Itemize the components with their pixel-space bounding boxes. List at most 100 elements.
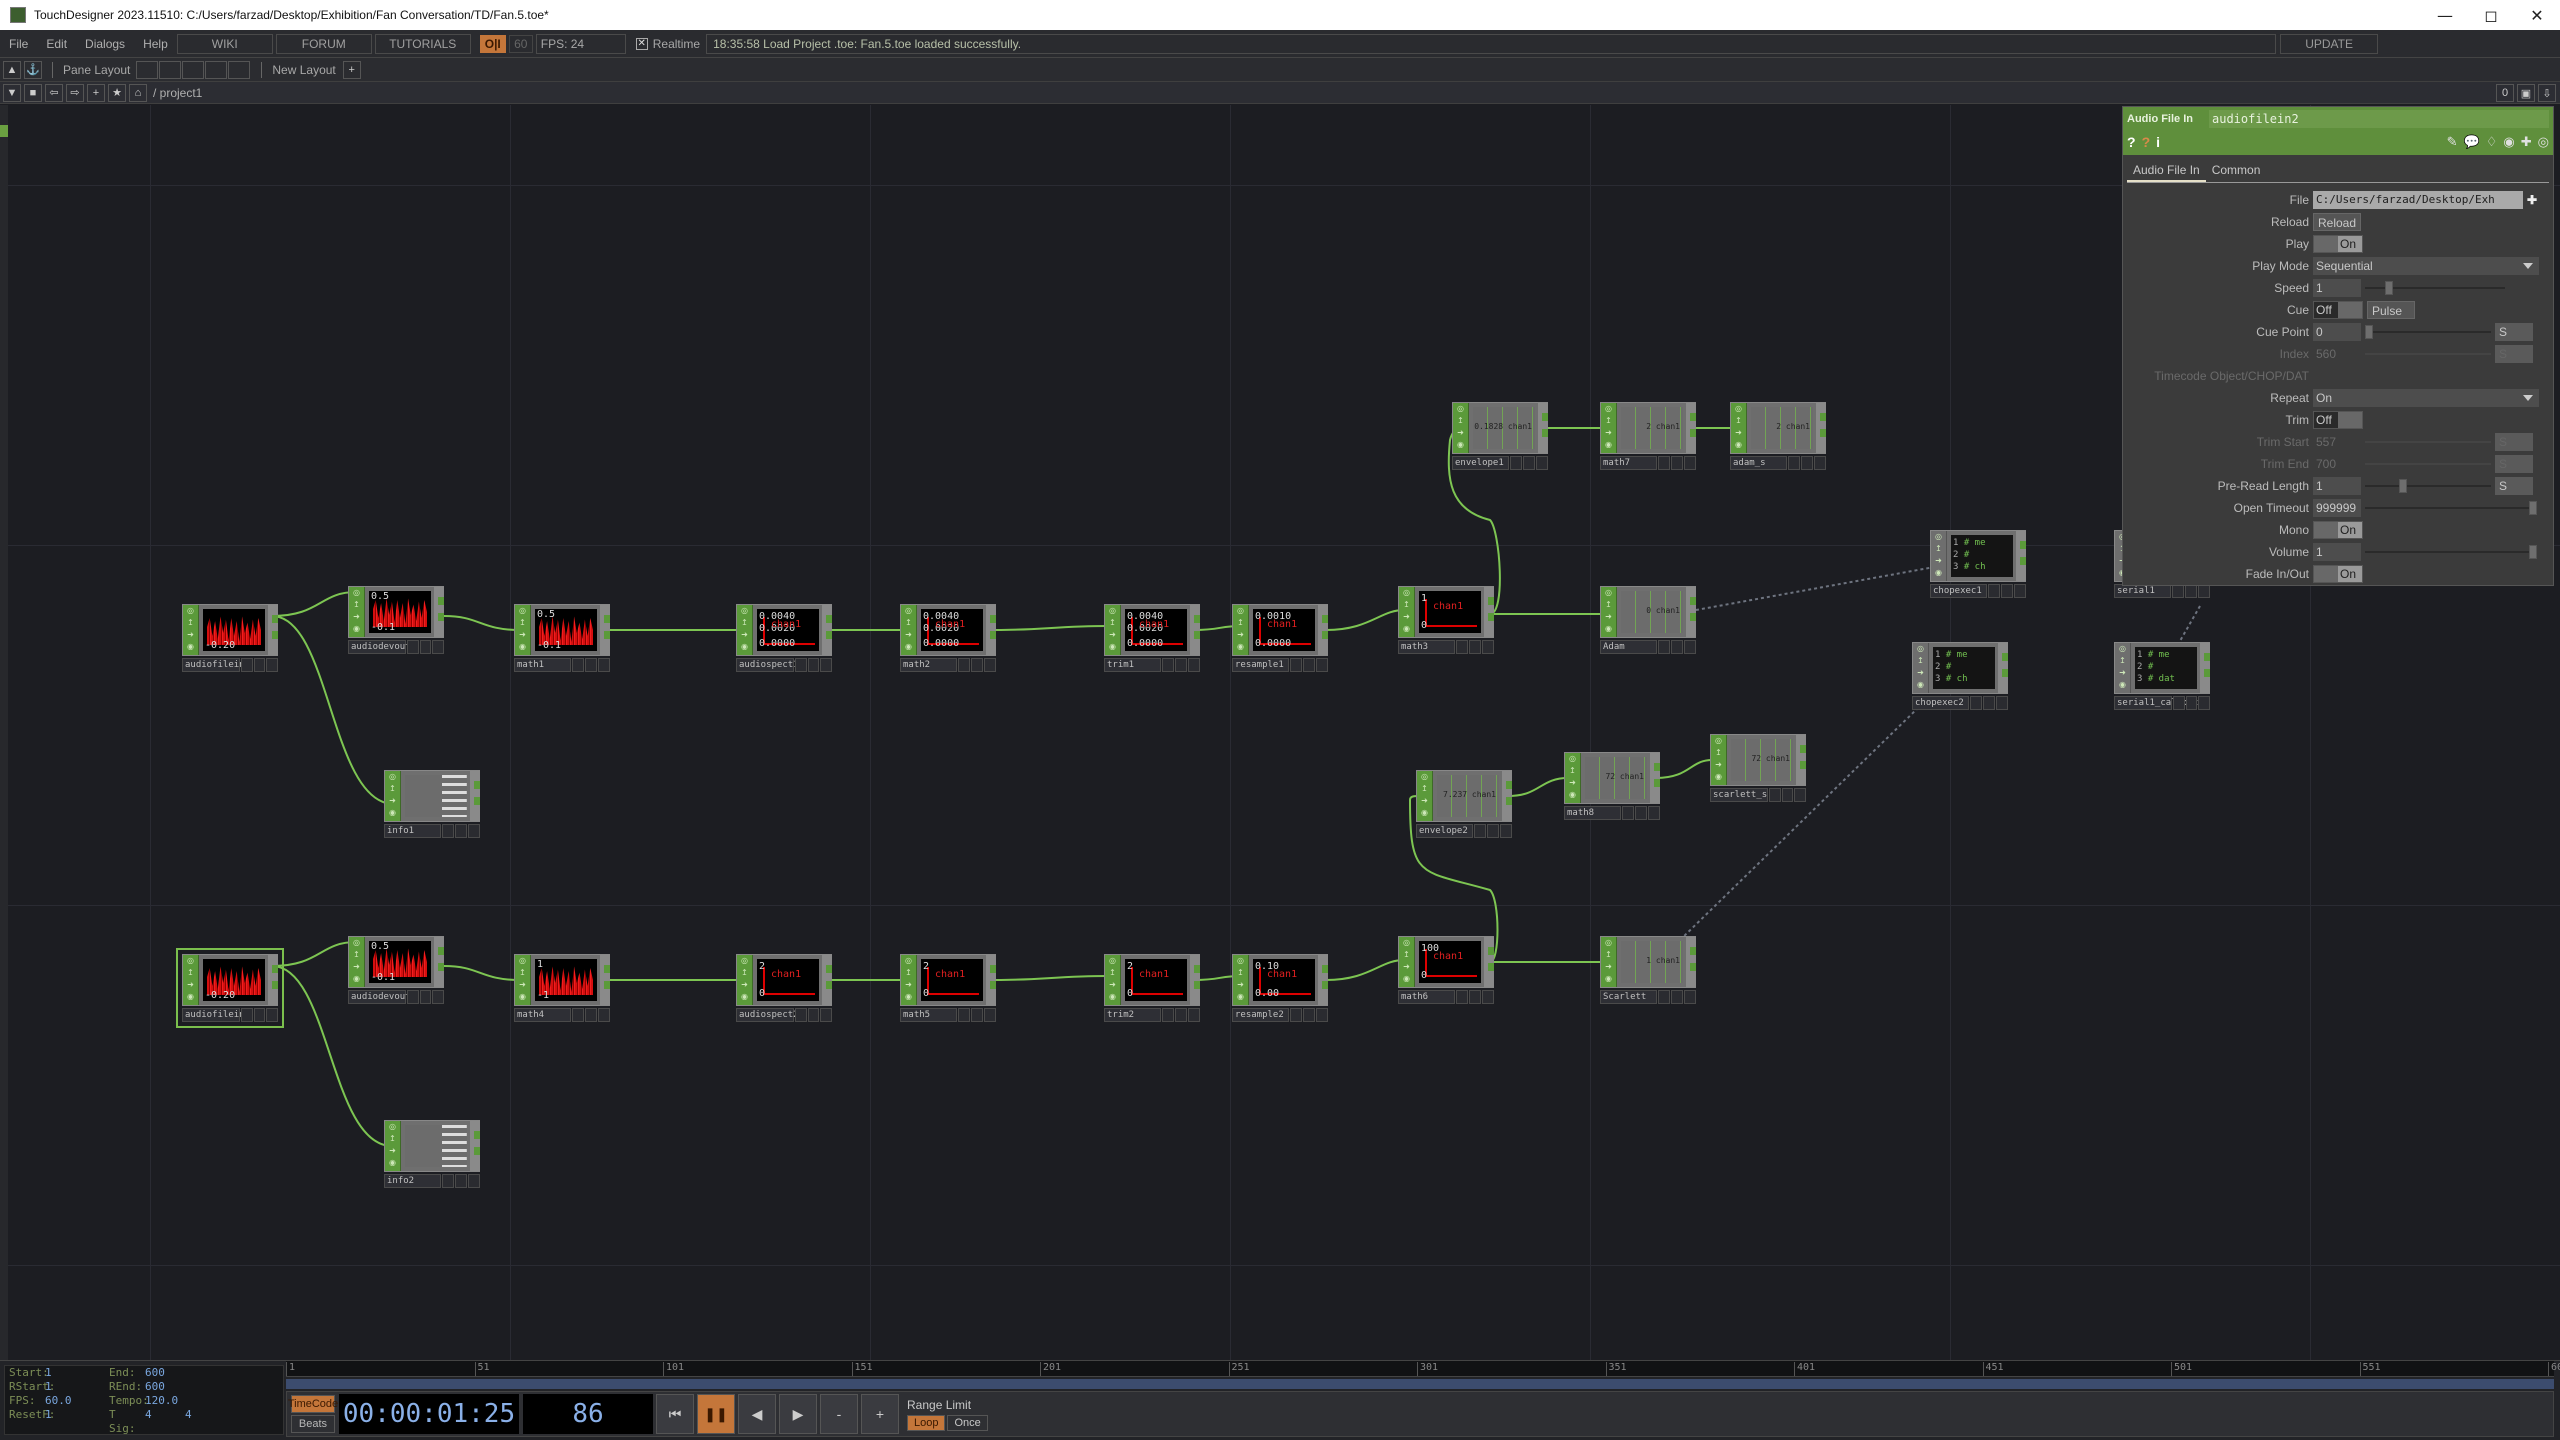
output-connector[interactable] <box>1796 735 1806 785</box>
node-flags[interactable]: ◎ ↥ ➜ ◉ <box>737 955 753 1005</box>
node-flags[interactable]: ◎ ↥ ➜ ◉ <box>737 605 753 655</box>
node-name[interactable]: math7 <box>1600 456 1658 470</box>
output-connector[interactable] <box>1484 587 1494 637</box>
chop-viewer[interactable]: 1 chan1 <box>1621 941 1683 983</box>
node-name[interactable]: scarlett_s <box>1710 788 1768 802</box>
viewer-toggle-icon[interactable] <box>2172 584 2185 598</box>
viewer-toggle-icon[interactable] <box>1474 824 1487 838</box>
export-flag-icon[interactable]: ➜ <box>1601 961 1616 973</box>
bypass-flag-icon[interactable]: ↥ <box>737 617 752 629</box>
target-icon[interactable]: ◎ <box>2538 134 2549 150</box>
pre-read-field[interactable]: 1 <box>2313 477 2361 495</box>
node-name[interactable]: math2 <box>900 658 958 672</box>
slider-handle[interactable] <box>2365 325 2373 339</box>
viewer-toggle-icon[interactable] <box>1769 788 1781 802</box>
viewer-toggle-icon[interactable] <box>442 1174 455 1188</box>
operator-node-chopexec1[interactable]: ◎ ↥ ➜ ◉ 1 # me 2 # 3 # ch chopexec1 <box>1930 530 2026 598</box>
node-plus-icon[interactable] <box>1684 990 1696 1004</box>
output-connector[interactable] <box>470 1121 480 1171</box>
output-connector[interactable] <box>1538 403 1548 453</box>
node-flags[interactable]: ◎ ↥ ➜ ◉ <box>1399 937 1415 987</box>
cook-flag-icon[interactable]: ◎ <box>183 605 198 617</box>
display-flag-icon[interactable] <box>1671 990 1684 1004</box>
node-body[interactable]: ◎ ↥ ➜ ◉ 0 chan1 <box>1600 586 1696 638</box>
operator-node-math1[interactable]: ◎ ↥ ➜ ◉ 0.5 -0.1 math1 <box>514 604 610 672</box>
node-plus-icon[interactable] <box>1684 456 1696 470</box>
lock-flag-icon[interactable]: ◉ <box>737 641 752 653</box>
node-flags[interactable]: ◎ ↥ ➜ ◉ <box>385 771 401 821</box>
lock-flag-icon[interactable]: ◉ <box>1601 623 1616 635</box>
cook-flag-icon[interactable]: ◎ <box>1601 403 1616 415</box>
node-flags[interactable]: ◎ ↥ ➜ ◉ <box>1233 955 1249 1005</box>
node-plus-icon[interactable] <box>468 1174 480 1188</box>
node-name[interactable]: math3 <box>1398 640 1456 654</box>
node-body[interactable]: ◎ ↥ ➜ ◉ 1 # me 2 # 3 # dat <box>2114 642 2210 694</box>
python-help-icon[interactable]: ? <box>2142 134 2151 150</box>
step-forward-icon[interactable]: ▶ <box>779 1394 817 1434</box>
forward-arrow-icon[interactable]: ⇨ <box>66 83 84 102</box>
node-name[interactable]: chopexec1 <box>1930 584 1988 598</box>
lock-flag-icon[interactable]: ◉ <box>349 973 364 985</box>
output-connector[interactable] <box>600 955 610 1005</box>
viewer-toggle-icon[interactable] <box>1290 1008 1303 1022</box>
node-flags[interactable]: ◎ ↥ ➜ ◉ <box>1601 937 1617 987</box>
timeline-range-bar[interactable] <box>286 1379 2554 1389</box>
node-plus-icon[interactable] <box>1814 456 1826 470</box>
export-flag-icon[interactable]: ➜ <box>515 979 530 991</box>
operator-node-chopexec2[interactable]: ◎ ↥ ➜ ◉ 1 # me 2 # 3 # ch chopexec2 <box>1912 642 2008 710</box>
operator-name-field[interactable]: audiofilein2 <box>2209 110 2549 128</box>
beats-mode-button[interactable]: Beats <box>291 1415 335 1433</box>
viewer-toggle-icon[interactable] <box>1510 456 1523 470</box>
stop-icon[interactable]: ■ <box>24 83 42 102</box>
node-plus-icon[interactable] <box>1316 1008 1328 1022</box>
display-flag-icon[interactable] <box>1523 456 1536 470</box>
export-flag-icon[interactable]: ➜ <box>1731 427 1746 439</box>
cook-flag-icon[interactable]: ◎ <box>1417 771 1432 783</box>
chop-viewer[interactable]: 2 chan1 <box>1751 407 1813 449</box>
lock-flag-icon[interactable]: ◉ <box>901 991 916 1003</box>
bypass-flag-icon[interactable]: ↥ <box>1565 765 1580 777</box>
lock-flag-icon[interactable]: ◉ <box>901 641 916 653</box>
viewer-toggle-icon[interactable] <box>2173 696 2185 710</box>
node-plus-icon[interactable] <box>1316 658 1328 672</box>
export-flag-icon[interactable]: ➜ <box>901 979 916 991</box>
node-flags[interactable]: ◎ ↥ ➜ ◉ <box>1453 403 1469 453</box>
mono-toggle[interactable]: On <box>2313 521 2363 539</box>
tab-common[interactable]: Common <box>2206 161 2267 182</box>
export-flag-icon[interactable]: ➜ <box>349 611 364 623</box>
node-flags[interactable]: ◎ ↥ ➜ ◉ <box>1105 955 1121 1005</box>
cook-flag-icon[interactable]: ◎ <box>1399 937 1414 949</box>
export-flag-icon[interactable]: ➜ <box>1233 979 1248 991</box>
operator-node-info2[interactable]: ◎ ↥ ➜ ◉ info2 <box>384 1120 480 1188</box>
operator-node-math5[interactable]: ◎ ↥ ➜ ◉ 2 0 chan1 math5 <box>900 954 996 1022</box>
dat-viewer[interactable]: 1 # me 2 # 3 # ch <box>1933 647 1995 689</box>
chop-viewer[interactable]: 100 0 chan1 <box>1419 941 1481 983</box>
export-flag-icon[interactable]: ➜ <box>1105 629 1120 641</box>
dat-viewer[interactable]: 1 # me 2 # 3 # dat <box>2135 647 2197 689</box>
timecode-display[interactable]: 00:00:01:25 <box>339 1394 519 1434</box>
node-plus-icon[interactable] <box>1188 1008 1200 1022</box>
lock-flag-icon[interactable]: ◉ <box>1711 771 1726 783</box>
node-name[interactable]: envelope1 <box>1452 456 1510 470</box>
display-flag-icon[interactable] <box>1303 1008 1316 1022</box>
cook-flag-icon[interactable]: ◎ <box>385 771 400 783</box>
node-plus-icon[interactable] <box>266 1008 279 1022</box>
node-name[interactable]: audiospect2 <box>736 1008 799 1022</box>
network-path[interactable]: / project1 <box>153 86 202 100</box>
export-flag-icon[interactable]: ➜ <box>183 629 198 641</box>
export-flag-icon[interactable]: ➜ <box>385 795 400 807</box>
output-connector[interactable] <box>268 955 278 1005</box>
chop-viewer[interactable]: 7.237 chan1 <box>1437 775 1499 817</box>
collapse-icon[interactable]: ▲ <box>3 60 21 79</box>
info-viewer[interactable] <box>405 1125 467 1167</box>
export-flag-icon[interactable]: ➜ <box>1233 629 1248 641</box>
export-flag-icon[interactable]: ➜ <box>515 629 530 641</box>
viewer-toggle-icon[interactable] <box>407 640 419 654</box>
lock-flag-icon[interactable]: ◉ <box>1453 439 1468 451</box>
play-mode-dropdown[interactable]: Sequential <box>2313 257 2539 275</box>
update-button[interactable]: UPDATE <box>2280 33 2379 54</box>
node-plus-icon[interactable] <box>984 658 996 672</box>
lock-flag-icon[interactable]: ◉ <box>1565 789 1580 801</box>
node-name[interactable]: math4 <box>514 1008 572 1022</box>
viewer-toggle-icon[interactable] <box>1456 990 1469 1004</box>
